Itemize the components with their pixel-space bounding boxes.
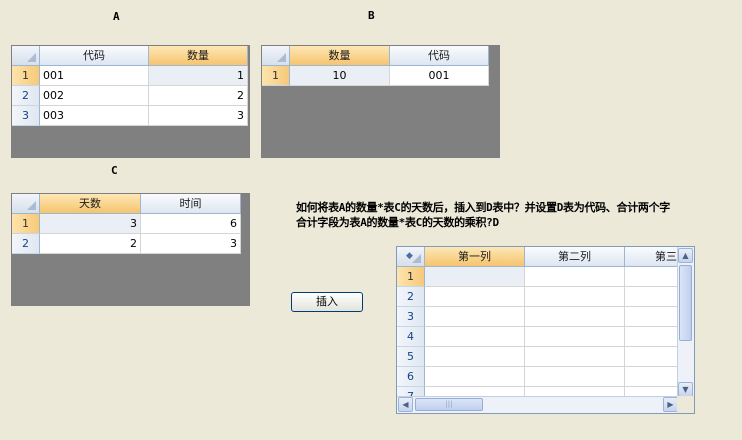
grid-c-header-days[interactable]: 天数	[40, 194, 141, 214]
grid-a-header-code[interactable]: 代码	[40, 46, 149, 66]
grid-c-corner[interactable]	[12, 194, 40, 214]
grid-table-a[interactable]: 代码 数量 1 001 1 2 002 2 3 003 3	[11, 45, 250, 158]
insert-button[interactable]: 插入	[291, 292, 363, 312]
grid-b-header-qty[interactable]: 数量	[290, 46, 390, 66]
row-header[interactable]: 1	[262, 66, 290, 86]
row-header[interactable]: 6	[397, 367, 425, 387]
cell-time[interactable]: 6	[141, 214, 241, 234]
cell-code[interactable]: 003	[40, 106, 149, 126]
row-header[interactable]: 2	[12, 234, 40, 254]
cell-qty[interactable]: 2	[149, 86, 248, 106]
label-table-a: A	[113, 10, 120, 23]
grid-a-corner[interactable]	[12, 46, 40, 66]
grid-cell[interactable]	[425, 327, 525, 347]
grid-cell[interactable]	[425, 367, 525, 387]
question-line-1: 如何将表A的数量*表C的天数后，插入到D表中？并设置D表为代码、合计两个字	[296, 201, 671, 214]
table-row[interactable]: 3	[397, 307, 679, 327]
row-header[interactable]: 5	[397, 347, 425, 367]
table-row[interactable]: 1 3 6	[12, 214, 249, 234]
cell-qty[interactable]: 1	[149, 66, 248, 86]
table-row[interactable]: 3 003 3	[12, 106, 249, 126]
grid-b-corner[interactable]	[262, 46, 290, 66]
grid-cell[interactable]	[625, 287, 679, 307]
grid-cell[interactable]	[425, 347, 525, 367]
scroll-down-icon[interactable]: ▼	[678, 382, 693, 397]
grid-cell[interactable]	[525, 307, 625, 327]
row-header[interactable]: 2	[12, 86, 40, 106]
grid-cell[interactable]	[625, 327, 679, 347]
table-row[interactable]: 6	[397, 367, 679, 387]
grid-cell[interactable]	[525, 327, 625, 347]
scroll-up-icon[interactable]: ▲	[678, 248, 693, 263]
grid-d-header-col3[interactable]: 第三	[625, 247, 679, 267]
scroll-left-icon[interactable]: ◀	[398, 397, 413, 412]
cell-time[interactable]: 3	[141, 234, 241, 254]
grid-d-corner[interactable]: ◆	[397, 247, 425, 267]
table-row[interactable]: 1	[397, 267, 679, 287]
question-text: 如何将表A的数量*表C的天数后，插入到D表中？并设置D表为代码、合计两个字 合计…	[296, 200, 742, 230]
row-header[interactable]: 1	[397, 267, 425, 287]
grid-cell[interactable]	[425, 287, 525, 307]
cell-qty[interactable]: 3	[149, 106, 248, 126]
table-row[interactable]: 1 10 001	[262, 66, 499, 86]
table-row[interactable]: 4	[397, 327, 679, 347]
grid-d-header-col2[interactable]: 第二列	[525, 247, 625, 267]
question-line-2: 合计字段为表A的数量*表C的天数的乘积?D	[296, 216, 499, 229]
grid-b-header-code[interactable]: 代码	[390, 46, 489, 66]
horizontal-scrollbar[interactable]: ◀ ||| ▶	[397, 396, 679, 413]
grid-table-b[interactable]: 数量 代码 1 10 001	[261, 45, 500, 158]
table-row[interactable]: 2 002 2	[12, 86, 249, 106]
table-row[interactable]: 5	[397, 347, 679, 367]
table-row[interactable]: 1 001 1	[12, 66, 249, 86]
label-table-b: B	[368, 9, 375, 22]
grid-a-header-qty[interactable]: 数量	[149, 46, 248, 66]
row-header[interactable]: 4	[397, 327, 425, 347]
grid-cell[interactable]	[625, 347, 679, 367]
cell-days[interactable]: 3	[40, 214, 141, 234]
grid-cell[interactable]	[425, 307, 525, 327]
grid-cell[interactable]	[625, 367, 679, 387]
scroll-right-icon[interactable]: ▶	[663, 397, 678, 412]
scrollbar-corner	[677, 396, 694, 413]
cell-code[interactable]: 002	[40, 86, 149, 106]
grid-cell[interactable]	[525, 367, 625, 387]
select-all-icon: ◆	[406, 251, 413, 261]
cell-code[interactable]: 001	[40, 66, 149, 86]
row-header[interactable]: 3	[12, 106, 40, 126]
row-header[interactable]: 2	[397, 287, 425, 307]
table-row[interactable]: 2 2 3	[12, 234, 249, 254]
row-header[interactable]: 1	[12, 66, 40, 86]
grid-cell[interactable]	[525, 287, 625, 307]
grid-cell[interactable]	[525, 347, 625, 367]
grid-c-header-time[interactable]: 时间	[141, 194, 241, 214]
cell-days[interactable]: 2	[40, 234, 141, 254]
row-header[interactable]: 1	[12, 214, 40, 234]
grid-table-d[interactable]: ◆ 第一列 第二列 第三 1 2 3 4 5 6 7 ▲ ▼ ◀ ||| ▶	[396, 246, 695, 414]
grid-table-c[interactable]: 天数 时间 1 3 6 2 2 3	[11, 193, 250, 306]
grid-cell[interactable]	[625, 307, 679, 327]
row-header[interactable]: 3	[397, 307, 425, 327]
cell-code[interactable]: 001	[390, 66, 489, 86]
grid-cell[interactable]	[525, 267, 625, 287]
grid-d-header-col1[interactable]: 第一列	[425, 247, 525, 267]
cell-qty[interactable]: 10	[290, 66, 390, 86]
vertical-scroll-thumb[interactable]	[679, 265, 692, 341]
label-table-c: C	[111, 164, 118, 177]
grid-cell[interactable]	[425, 267, 525, 287]
table-row[interactable]: 2	[397, 287, 679, 307]
horizontal-scroll-thumb[interactable]: |||	[415, 398, 483, 411]
grid-d-viewport: ◆ 第一列 第二列 第三 1 2 3 4 5 6 7	[397, 247, 679, 398]
vertical-scrollbar[interactable]: ▲ ▼	[677, 247, 694, 398]
grid-cell[interactable]	[625, 267, 679, 287]
